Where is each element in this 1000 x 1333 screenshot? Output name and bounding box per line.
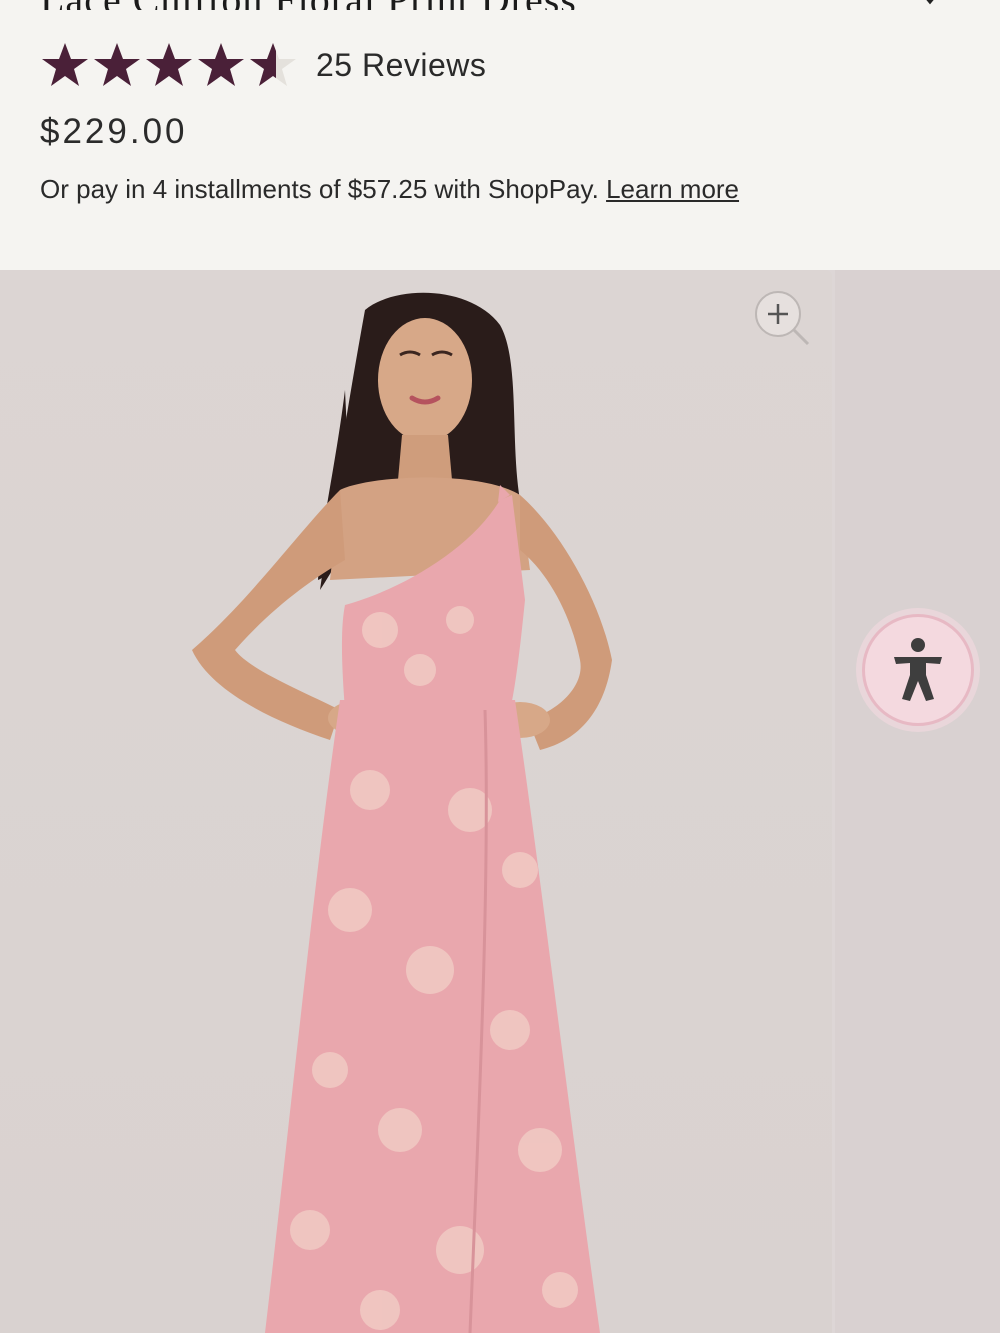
model-photo — [192, 292, 612, 1333]
product-image-main[interactable] — [0, 270, 832, 1333]
installment-text: Or pay in 4 installments of $57.25 with … — [40, 174, 599, 204]
product-image-gallery[interactable] — [0, 270, 1000, 1333]
star-icon — [146, 43, 192, 86]
accessibility-button[interactable] — [862, 614, 974, 726]
product-title: Lace Chiffon Floral Print Dress — [40, 0, 760, 10]
chevron-down-icon[interactable] — [914, 0, 946, 10]
reviews-link[interactable]: 25 Reviews — [316, 47, 486, 84]
product-info: Lace Chiffon Floral Print Dress 25 Revie… — [0, 0, 1000, 270]
half-star-icon — [250, 43, 296, 86]
star-rating — [40, 40, 298, 90]
accessibility-icon — [894, 638, 942, 701]
learn-more-link[interactable]: Learn more — [606, 174, 739, 204]
star-icon — [94, 43, 140, 86]
star-icon — [42, 43, 88, 86]
rating-row[interactable]: 25 Reviews — [40, 40, 486, 90]
star-icon — [198, 43, 244, 86]
product-price: $229.00 — [40, 112, 188, 151]
zoom-in-icon[interactable] — [752, 290, 812, 350]
product-image-next-peek[interactable] — [835, 270, 1000, 1333]
installment-info: Or pay in 4 installments of $57.25 with … — [40, 174, 739, 205]
